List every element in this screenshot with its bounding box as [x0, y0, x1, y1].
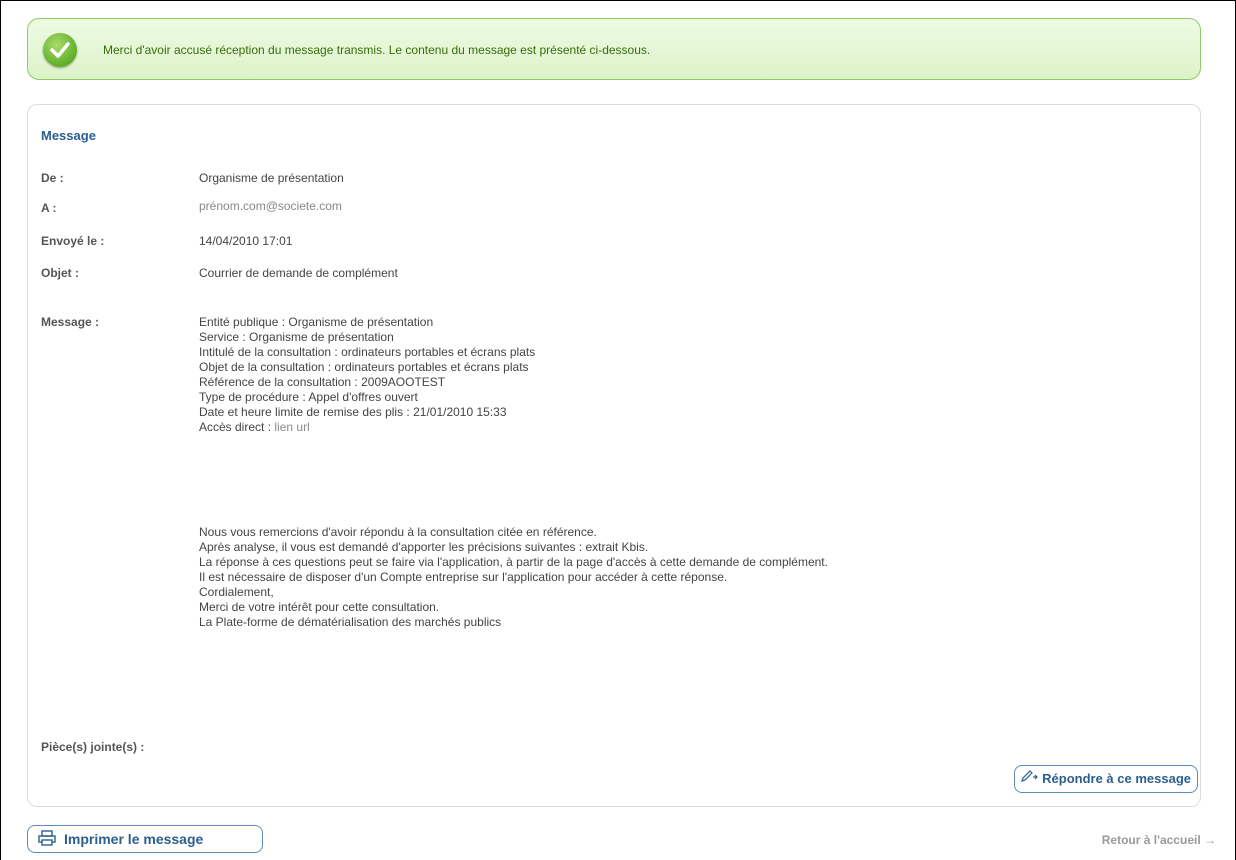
subject-value: Courrier de demande de complément: [199, 266, 398, 280]
home-link-label: Retour à l'accueil: [1101, 833, 1201, 847]
from-label: De :: [41, 171, 64, 185]
success-message: Merci d'avoir accusé réception du messag…: [103, 43, 651, 57]
direct-access-label: Accès direct :: [199, 420, 272, 434]
print-button-label: Imprimer le message: [64, 831, 204, 847]
message-line: Service : Organisme de présentation: [199, 330, 394, 344]
direct-access-line: Accès direct : lien url: [199, 420, 535, 435]
message-panel: Message De : Organisme de présentation A…: [27, 104, 1201, 807]
closing-line: Merci de votre intérêt pour cette consul…: [199, 600, 440, 614]
sent-label: Envoyé le :: [41, 234, 105, 248]
message-line: Objet de la consultation : ordinateurs p…: [199, 360, 529, 374]
message-line: Entité publique : Organisme de présentat…: [199, 315, 434, 329]
closing-line: Nous vous remercions d'avoir répondu à l…: [199, 525, 597, 539]
reply-button[interactable]: Répondre à ce message: [1014, 765, 1198, 793]
closing-line: Il est nécessaire de disposer d'un Compt…: [199, 570, 728, 584]
printer-icon: [38, 829, 56, 849]
message-line: Type de procédure : Appel d'offres ouver…: [199, 390, 418, 404]
panel-title: Message: [41, 128, 96, 143]
direct-access-link[interactable]: lien url: [274, 420, 309, 434]
sent-value: 14/04/2010 17:01: [199, 234, 293, 248]
closing-line: La réponse à ces questions peut se faire…: [199, 555, 828, 569]
closing-line: La Plate-forme de dématérialisation des …: [199, 615, 502, 629]
closing-line: Cordialement,: [199, 585, 274, 599]
message-closing: Nous vous remercions d'avoir répondu à l…: [199, 525, 828, 630]
to-label: A :: [41, 201, 57, 215]
message-body: Entité publique : Organisme de présentat…: [199, 315, 535, 435]
from-value: Organisme de présentation: [199, 171, 344, 185]
closing-line: Après analyse, il vous est demandé d'app…: [199, 540, 649, 554]
pencil-icon: [1020, 766, 1040, 792]
arrow-right-icon: →: [1204, 833, 1216, 847]
message-line: Intitulé de la consultation : ordinateur…: [199, 345, 536, 359]
message-line: Référence de la consultation : 2009AOOTE…: [199, 375, 446, 389]
attachments-label: Pièce(s) jointe(s) :: [41, 740, 145, 754]
to-value: prénom.com@societe.com: [199, 199, 342, 213]
reply-button-label: Répondre à ce message: [1042, 771, 1191, 786]
print-button[interactable]: Imprimer le message: [27, 825, 263, 853]
check-circle-icon: [43, 33, 77, 67]
subject-label: Objet :: [41, 266, 79, 280]
message-line: Date et heure limite de remise des plis …: [199, 405, 507, 419]
message-label: Message :: [41, 315, 100, 329]
success-banner: Merci d'avoir accusé réception du messag…: [27, 18, 1201, 80]
home-link[interactable]: Retour à l'accueil →: [1102, 833, 1216, 847]
